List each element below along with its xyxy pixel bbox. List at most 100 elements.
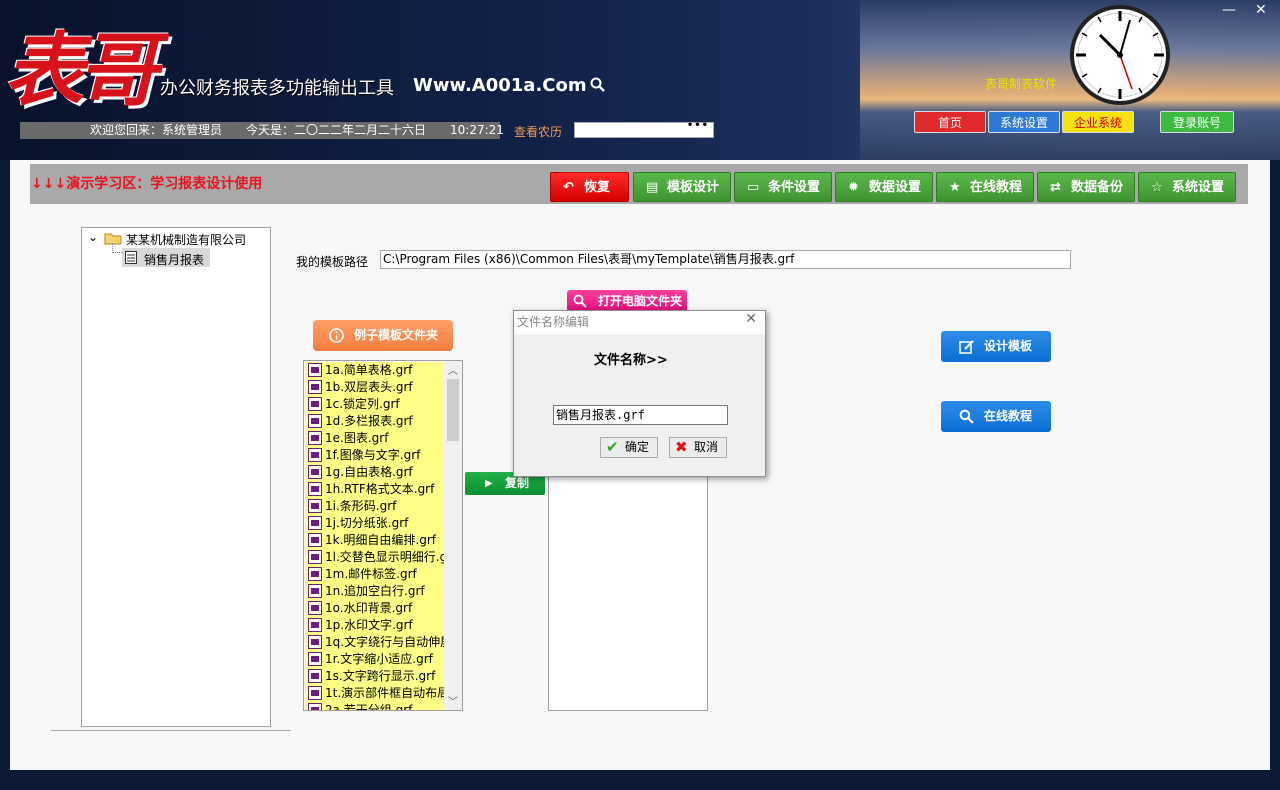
template-list-item[interactable]: 1q.文字绕行与自动伸屏 <box>305 634 444 651</box>
company-tree: ⌄ 某某机械制造有限公司 销售月报表 <box>81 227 271 727</box>
edit-icon <box>959 340 974 354</box>
demo-notice: ↓↓↓演示学习区：学习报表设计使用 <box>31 176 263 192</box>
template-design-label: 模板设计 <box>667 180 720 195</box>
system-settings-toolbar-button[interactable]: ☆ 系统设置 <box>1138 172 1236 202</box>
refresh-icon: ⇄ <box>1050 180 1061 195</box>
template-list-item[interactable]: 1p.水印文字.grf <box>305 617 444 634</box>
template-name: 1k.明细自由编排.grf <box>325 533 436 547</box>
date-text: 今天是：二〇二二年二月二十六日 <box>246 123 427 137</box>
template-name: 1r.文字缩小适应.grf <box>325 652 433 666</box>
template-list-item[interactable]: 1n.追加空白行.grf <box>305 583 444 600</box>
grf-file-icon <box>308 533 322 547</box>
template-list-item[interactable]: 1t.演示部件框自动布局 <box>305 685 444 702</box>
data-backup-button[interactable]: ⇄ 数据备份 <box>1037 172 1135 202</box>
status-bar: 欢迎您回来：系统管理员 今天是：二〇二二年二月二十六日 10:27:21 <box>20 122 504 139</box>
gear-icon: ✹ <box>848 180 859 195</box>
website-link[interactable]: Www.A001a.Com <box>413 75 587 96</box>
login-account-button[interactable]: 登录账号 <box>1160 111 1234 133</box>
grf-file-icon <box>308 635 322 649</box>
template-path-input[interactable]: C:\Program Files (x86)\Common Files\表哥\m… <box>380 250 1071 269</box>
template-name: 1q.文字绕行与自动伸屏 <box>325 635 444 649</box>
info-icon <box>329 328 344 343</box>
chevron-down-icon[interactable]: ⌄ <box>88 230 98 244</box>
home-button[interactable]: 首页 <box>914 111 986 133</box>
template-list-item[interactable]: 1b.双层表头.grf <box>305 379 444 396</box>
tagline: 表哥制表软件 <box>985 77 1058 91</box>
template-list-item[interactable]: 1l.交替色显示明细行.g <box>305 549 444 566</box>
lunar-calendar-link[interactable]: 查看农历 <box>514 123 562 140</box>
template-list-item[interactable]: 1c.锁定列.grf <box>305 396 444 413</box>
close-button[interactable]: ✕ <box>1255 2 1267 18</box>
online-tutorial-toolbar-button[interactable]: ★ 在线教程 <box>936 172 1034 202</box>
template-name: 1f.图像与文字.grf <box>325 448 421 462</box>
grf-file-icon <box>308 703 322 710</box>
app-subtitle: 办公财务报表多功能输出工具 <box>160 78 394 99</box>
scroll-up-icon[interactable]: ︿ <box>448 362 458 377</box>
tree-item-sales-report[interactable]: 销售月报表 <box>144 251 204 268</box>
template-list-item[interactable]: 1h.RTF格式文本.grf <box>305 481 444 498</box>
template-items: 1a.简单表格.grf 1b.双层表头.grf 1c.锁定列.grf 1d.多栏报表.… <box>305 362 444 710</box>
system-settings-top-button[interactable]: 系统设置 <box>988 111 1060 133</box>
template-name: 1t.演示部件框自动布局 <box>325 686 444 700</box>
play-icon: ▶ <box>485 478 493 489</box>
image-icon: ▭ <box>747 180 760 195</box>
dialog-title: 文件名称编辑 <box>514 311 765 334</box>
grf-file-icon <box>308 363 322 377</box>
online-tutorial-button[interactable]: 在线教程 <box>941 401 1051 432</box>
example-template-list[interactable]: 1a.简单表格.grf 1b.双层表头.grf 1c.锁定列.grf 1d.多栏报表.… <box>303 360 463 711</box>
grf-file-icon <box>308 482 322 496</box>
scroll-down-icon[interactable]: ﹀ <box>448 693 458 708</box>
file-name-dialog: 文件名称编辑 ✕ 文件名称>> 销售月报表.grf ✔ 确定 ✖ 取消 <box>513 310 766 477</box>
template-icon: ▤ <box>646 180 659 195</box>
cancel-button[interactable]: ✖ 取消 <box>669 437 727 458</box>
data-settings-button[interactable]: ✹ 数据设置 <box>835 172 933 202</box>
confirm-button[interactable]: ✔ 确定 <box>600 437 658 458</box>
restore-button[interactable]: ↶ 恢复 <box>550 172 629 202</box>
header: 表哥 办公财务报表多功能输出工具 Www.A001a.Com — ✕ 表哥制表软… <box>0 0 1280 160</box>
example-folder-button[interactable]: 例子模板文件夹 <box>313 320 453 351</box>
more-icon[interactable]: ••• <box>687 120 709 131</box>
welcome-text: 欢迎您回来：系统管理员 <box>90 123 223 137</box>
template-name: 1i.条形码.grf <box>325 499 397 513</box>
template-list-item[interactable]: 1i.条形码.grf <box>305 498 444 515</box>
tree-item-company[interactable]: 某某机械制造有限公司 <box>126 231 246 248</box>
scrollbar-thumb[interactable] <box>447 379 459 441</box>
open-folder-button[interactable]: 打开电脑文件夹 <box>567 290 687 312</box>
grf-file-icon <box>308 652 322 666</box>
template-list-item[interactable]: 1e.图表.grf <box>305 430 444 447</box>
template-list-item[interactable]: 1o.水印背景.grf <box>305 600 444 617</box>
star-outline-icon: ☆ <box>1151 180 1163 195</box>
minimize-button[interactable]: — <box>1222 2 1236 18</box>
condition-settings-button[interactable]: ▭ 条件设置 <box>734 172 832 202</box>
template-name: 1m.邮件标签.grf <box>325 567 417 581</box>
check-icon: ✔ <box>606 438 619 456</box>
example-folder-label: 例子模板文件夹 <box>354 328 439 342</box>
template-name: 1e.图表.grf <box>325 431 389 445</box>
template-list-item[interactable]: 1j.切分纸张.grf <box>305 515 444 532</box>
grf-file-icon <box>308 669 322 683</box>
file-name-input[interactable]: 销售月报表.grf <box>553 405 728 425</box>
enterprise-system-button[interactable]: 企业系统 <box>1062 111 1134 133</box>
app-logo: 表哥 <box>4 23 158 117</box>
vertical-scrollbar[interactable]: ︿ ﹀ <box>444 361 462 710</box>
template-list-item[interactable]: 1r.文字缩小适应.grf <box>305 651 444 668</box>
template-list-item[interactable]: 1f.图像与文字.grf <box>305 447 444 464</box>
tree-connector <box>112 243 122 253</box>
grf-file-icon <box>308 397 322 411</box>
template-name: 1h.RTF格式文本.grf <box>325 482 435 496</box>
template-list-item[interactable]: 1k.明细自由编排.grf <box>305 532 444 549</box>
template-list-item[interactable]: 1d.多栏报表.grf <box>305 413 444 430</box>
template-list-item[interactable]: 1m.邮件标签.grf <box>305 566 444 583</box>
template-list-item[interactable]: 2a.若干分组.grf <box>305 702 444 710</box>
my-template-list[interactable] <box>548 470 708 711</box>
header-search-input[interactable]: ••• <box>574 120 714 138</box>
grf-file-icon <box>308 618 322 632</box>
dialog-close-icon[interactable]: ✕ <box>745 311 757 327</box>
search-icon[interactable] <box>590 77 606 93</box>
cancel-label: 取消 <box>694 440 719 454</box>
template-list-item[interactable]: 1a.简单表格.grf <box>305 362 444 379</box>
template-list-item[interactable]: 1g.自由表格.grf <box>305 464 444 481</box>
design-template-button[interactable]: 设计模板 <box>941 331 1051 362</box>
template-list-item[interactable]: 1s.文字跨行显示.grf <box>305 668 444 685</box>
template-design-button[interactable]: ▤ 模板设计 <box>633 172 731 202</box>
